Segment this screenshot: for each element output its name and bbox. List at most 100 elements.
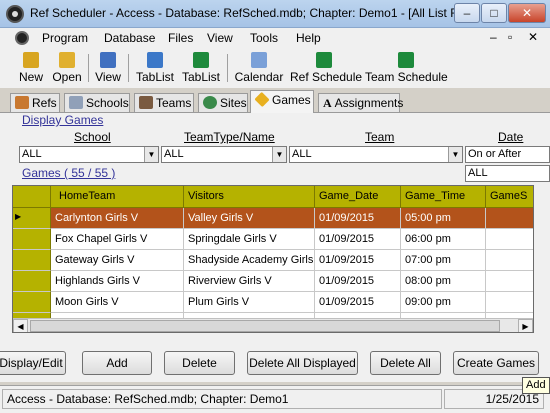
menu-program[interactable]: Program [42, 31, 88, 45]
column-header-visitors[interactable]: Visitors [184, 186, 315, 208]
date-value-field[interactable]: ALL [465, 165, 550, 182]
row-selector[interactable] [13, 271, 51, 292]
toolbar-new-button[interactable]: New [17, 52, 45, 84]
mdi-restore-button[interactable]: ▫ [508, 30, 512, 44]
menu-view[interactable]: View [207, 31, 233, 45]
row-selector-arrow-icon[interactable]: ▶ [13, 208, 51, 229]
tab-schools-label: Schools [86, 96, 129, 110]
cell-game-date[interactable]: 01/09/2015 [315, 292, 401, 313]
view-window-icon [100, 52, 116, 68]
close-button[interactable]: ✕ [508, 3, 546, 23]
cell-game-date[interactable]: 01/09/2015 [315, 229, 401, 250]
cell-hometeam[interactable]: Gateway Girls V [51, 250, 184, 271]
teams-icon [139, 96, 153, 109]
cell-game-time[interactable]: 08:00 pm [401, 271, 486, 292]
document-logo-icon[interactable] [15, 31, 29, 45]
tab-teams[interactable]: Teams [134, 93, 194, 112]
delete-all-displayed-button[interactable]: Delete All Displayed [247, 351, 358, 375]
scroll-right-icon[interactable]: ▶ [518, 319, 533, 332]
cell-game-site[interactable] [486, 208, 533, 229]
window-title: Ref Scheduler - Access - Database: RefSc… [30, 6, 469, 20]
menu-tools[interactable]: Tools [250, 31, 278, 45]
display-edit-button[interactable]: Display/Edit [0, 351, 66, 375]
cell-visitors[interactable]: Shadyside Academy Girls V [184, 250, 315, 271]
cell-hometeam[interactable]: Highlands Girls V [51, 271, 184, 292]
tab-schools[interactable]: Schools [64, 93, 130, 112]
cell-game-site[interactable] [486, 229, 533, 250]
filter-team-header: Team [365, 130, 395, 144]
toolbar-tablist-button[interactable]: TabList [135, 52, 175, 84]
toolbar-team-schedule-button[interactable]: Team Schedule [365, 52, 448, 84]
chevron-down-icon[interactable]: ▼ [272, 147, 286, 162]
team-filter-dropdown[interactable]: ALL ▼ [289, 146, 463, 163]
date-condition-dropdown[interactable]: On or After [465, 146, 550, 163]
column-header-hometeam[interactable]: HomeTeam [51, 186, 184, 208]
chevron-down-icon[interactable]: ▼ [448, 147, 462, 162]
cell-game-time[interactable]: 07:00 pm [401, 250, 486, 271]
display-games-link[interactable]: Display Games [22, 113, 103, 127]
row-selector[interactable] [13, 229, 51, 250]
table-row[interactable]: Gateway Girls V Shadyside Academy Girls … [13, 250, 533, 271]
tab-sites[interactable]: Sites [198, 93, 248, 112]
tab-refs[interactable]: Refs [10, 93, 60, 112]
scrollbar-thumb[interactable] [30, 320, 500, 332]
column-header-game-site[interactable]: GameS [486, 186, 533, 208]
row-selector[interactable] [13, 250, 51, 271]
minimize-button[interactable]: – [454, 3, 480, 23]
toolbar-tablist-excel-button[interactable]: TabList [181, 52, 221, 84]
cell-visitors[interactable]: Springdale Girls V [184, 229, 315, 250]
school-filter-dropdown[interactable]: ALL ▼ [19, 146, 159, 163]
toolbar-open-button[interactable]: Open [52, 52, 82, 84]
cell-game-time[interactable]: 05:00 pm [401, 208, 486, 229]
maximize-button[interactable]: □ [481, 3, 507, 23]
cell-hometeam[interactable]: Fox Chapel Girls V [51, 229, 184, 250]
cell-visitors[interactable]: Valley Girls V [184, 208, 315, 229]
tab-games-label: Games [272, 93, 311, 107]
open-folder-icon [59, 52, 75, 68]
cell-visitors[interactable]: Plum Girls V [184, 292, 315, 313]
scroll-left-icon[interactable]: ◀ [13, 319, 28, 332]
cell-hometeam[interactable]: Carlynton Girls V [51, 208, 184, 229]
horizontal-scrollbar[interactable]: ◀ ▶ [13, 318, 533, 332]
column-header-game-time[interactable]: Game_Time [401, 186, 486, 208]
table-row[interactable]: Fox Chapel Girls V Springdale Girls V 01… [13, 229, 533, 250]
games-count-link[interactable]: Games ( 55 / 55 ) [22, 166, 115, 180]
chevron-down-icon[interactable]: ▼ [144, 147, 158, 162]
delete-all-button[interactable]: Delete All [370, 351, 441, 375]
cell-game-date[interactable]: 01/09/2015 [315, 271, 401, 292]
column-header-game-date[interactable]: Game_Date [315, 186, 401, 208]
tab-games[interactable]: Games [250, 90, 314, 113]
tab-assignments[interactable]: A Assignments [318, 93, 403, 112]
table-row[interactable]: ▶ Carlynton Girls V Valley Girls V 01/09… [13, 208, 533, 229]
table-row[interactable]: Highlands Girls V Riverview Girls V 01/0… [13, 271, 533, 292]
menu-help[interactable]: Help [296, 31, 321, 45]
cell-hometeam[interactable]: Moon Girls V [51, 292, 184, 313]
row-selector[interactable] [13, 292, 51, 313]
menu-bar: Program Database Files View Tools Help –… [0, 28, 550, 48]
cell-game-date[interactable]: 01/09/2015 [315, 250, 401, 271]
delete-button[interactable]: Delete [164, 351, 235, 375]
toolbar-ref-schedule-button[interactable]: Ref Schedule [290, 52, 362, 84]
cell-visitors[interactable]: Riverview Girls V [184, 271, 315, 292]
menu-database[interactable]: Database [104, 31, 155, 45]
teamtype-filter-dropdown[interactable]: ALL ▼ [161, 146, 287, 163]
table-row[interactable]: Moon Girls V Plum Girls V 01/09/2015 09:… [13, 292, 533, 313]
cell-game-site[interactable] [486, 292, 533, 313]
cell-game-time[interactable]: 06:00 pm [401, 229, 486, 250]
add-button[interactable]: Add [82, 351, 152, 375]
cell-game-site[interactable] [486, 250, 533, 271]
cell-game-site[interactable] [486, 271, 533, 292]
toolbar-calendar-button[interactable]: Calendar [234, 52, 284, 84]
menu-files[interactable]: Files [168, 31, 193, 45]
mdi-minimize-button[interactable]: – [490, 30, 497, 44]
cell-game-date[interactable]: 01/09/2015 [315, 208, 401, 229]
teamtype-filter-value: ALL [164, 148, 184, 160]
toolbar-tablist-label: TabList [135, 70, 175, 84]
toolbar-view-button[interactable]: View [94, 52, 122, 84]
mdi-close-button[interactable]: ✕ [528, 30, 538, 44]
grid-corner-header [13, 186, 51, 208]
cell-game-time[interactable]: 09:00 pm [401, 292, 486, 313]
app-logo-icon[interactable] [6, 5, 24, 23]
games-panel: Display Games School TeamType/Name Team … [0, 112, 550, 382]
create-games-button[interactable]: Create Games [453, 351, 539, 375]
